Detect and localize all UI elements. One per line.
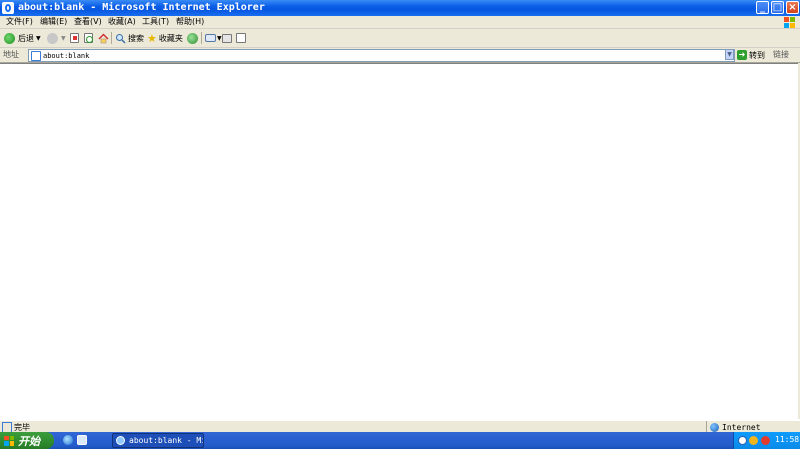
- tray-network-icon[interactable]: [738, 436, 747, 445]
- windows-logo-icon: [784, 17, 795, 28]
- tray-messenger-icon[interactable]: [749, 436, 758, 445]
- address-bar: 地址 ▼ ➜ 转到 链接: [0, 48, 800, 63]
- menu-view[interactable]: 查看(V): [74, 16, 102, 28]
- menu-file[interactable]: 文件(F): [6, 16, 33, 28]
- taskbar: 开始 about:blank - Mi... 11:58: [0, 432, 800, 449]
- taskbar-ie-icon: [116, 436, 125, 445]
- quicklaunch-desktop-icon[interactable]: [77, 435, 87, 445]
- links-button[interactable]: 链接: [773, 49, 789, 60]
- stop-button[interactable]: [70, 31, 79, 45]
- favorites-label: 收藏夹: [158, 33, 183, 43]
- address-dropdown-button[interactable]: ▼: [725, 49, 734, 60]
- ie-app-icon[interactable]: [2, 2, 14, 14]
- back-label: 后退: [18, 33, 34, 43]
- back-dropdown-icon[interactable]: ▼: [36, 31, 41, 45]
- menu-tools[interactable]: 工具(T): [142, 16, 169, 28]
- start-label: 开始: [18, 434, 40, 448]
- media-button[interactable]: [187, 31, 198, 45]
- back-arrow-icon: [4, 32, 15, 44]
- standard-toolbar: 后退 ▼ ▼ 搜索 ★ 收藏夹 ▼: [0, 29, 800, 48]
- internet-globe-icon: [710, 422, 719, 432]
- go-button[interactable]: ➜ 转到: [737, 49, 765, 61]
- print-button[interactable]: [222, 31, 232, 45]
- taskbar-item-label: about:blank - Mi...: [129, 436, 203, 445]
- search-icon: [116, 33, 126, 44]
- quicklaunch-ie-icon[interactable]: [63, 435, 73, 445]
- address-field[interactable]: [28, 49, 735, 62]
- forward-dropdown-icon[interactable]: ▼: [61, 31, 66, 45]
- title-bar[interactable]: about:blank - Microsoft Internet Explore…: [0, 0, 800, 16]
- refresh-icon: [84, 33, 93, 43]
- favorites-star-icon: ★: [147, 31, 157, 45]
- maximize-button[interactable]: □: [771, 1, 784, 14]
- start-button[interactable]: 开始: [0, 432, 54, 449]
- home-button[interactable]: [98, 31, 109, 45]
- mail-dropdown-icon: ▼: [217, 34, 222, 42]
- system-tray: 11:58: [733, 432, 800, 449]
- taskbar-item-ie[interactable]: about:blank - Mi...: [112, 433, 204, 448]
- home-icon: [98, 32, 109, 43]
- tray-security-icon[interactable]: [761, 436, 770, 445]
- menu-favorites[interactable]: 收藏(A): [108, 16, 136, 28]
- mail-icon: [205, 34, 216, 42]
- go-arrow-icon: ➜: [737, 50, 747, 60]
- print-icon: [222, 33, 232, 43]
- search-label: 搜索: [128, 33, 144, 43]
- page-icon: [31, 51, 41, 61]
- menu-edit[interactable]: 编辑(E): [40, 16, 67, 28]
- forward-button[interactable]: [47, 31, 58, 45]
- menu-help[interactable]: 帮助(H): [176, 16, 204, 28]
- back-button[interactable]: 后退: [4, 31, 34, 45]
- address-input[interactable]: [43, 50, 723, 61]
- forward-arrow-icon: [47, 32, 58, 44]
- windows-flag-icon: [4, 435, 14, 446]
- go-label: 转到: [749, 50, 765, 60]
- media-icon: [187, 32, 198, 44]
- page-content[interactable]: [0, 63, 800, 420]
- zone-label: Internet: [722, 422, 761, 432]
- edit-button[interactable]: [236, 31, 246, 45]
- mail-button[interactable]: ▼: [205, 31, 222, 45]
- close-button[interactable]: ×: [786, 1, 799, 14]
- window-title: about:blank - Microsoft Internet Explore…: [18, 2, 265, 13]
- favorites-button[interactable]: ★ 收藏夹: [147, 31, 183, 45]
- refresh-button[interactable]: [84, 31, 93, 45]
- address-label: 地址: [3, 50, 19, 59]
- stop-icon: [70, 33, 79, 43]
- menu-bar: 文件(F) 编辑(E) 查看(V) 收藏(A) 工具(T) 帮助(H): [0, 16, 800, 29]
- clock[interactable]: 11:58: [775, 435, 799, 444]
- minimize-button[interactable]: _: [756, 1, 769, 14]
- edit-page-icon: [236, 33, 246, 43]
- search-button[interactable]: 搜索: [115, 31, 144, 45]
